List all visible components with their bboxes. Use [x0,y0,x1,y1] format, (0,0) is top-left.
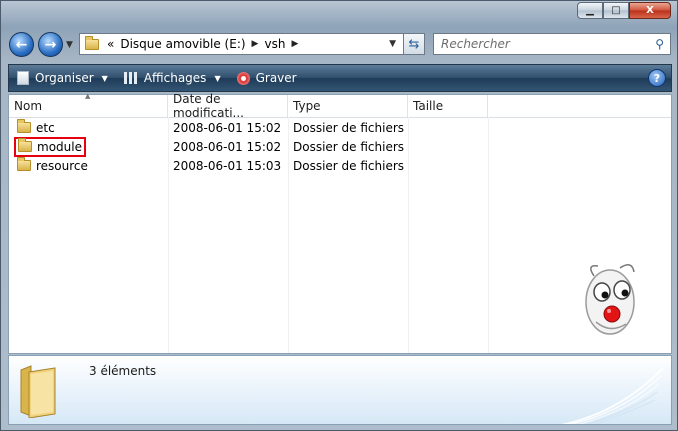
forward-button[interactable]: → [38,32,63,57]
views-button[interactable]: Affichages ▼ [116,65,229,91]
maximize-button[interactable]: □ [603,2,629,19]
table-row[interactable]: etc 2008-06-01 15:02 Dossier de fichiers [9,118,671,137]
name-cell[interactable]: etc [9,119,168,135]
views-icon [123,72,138,84]
type-cell: Dossier de fichiers [293,120,405,135]
name-cell[interactable]: module [9,136,168,157]
help-icon[interactable]: ? [648,69,666,87]
column-header-label: Nom [14,99,43,113]
item-count: 3 éléments [89,364,157,378]
folder-icon [85,35,99,50]
column-header-label: Type [293,99,321,113]
back-button[interactable]: ← [9,32,34,57]
column-header-type[interactable]: Type [288,95,408,117]
search-box: ⚲ [433,33,671,55]
breadcrumb-chevron-icon[interactable]: ▶ [291,39,298,49]
name-cell[interactable]: resource [9,157,168,173]
address-overflow[interactable]: « [107,37,114,51]
organize-label: Organiser [35,71,94,85]
details-pane: 3 éléments [8,355,672,425]
search-icon[interactable]: ⚲ [655,37,664,51]
date-cell: 2008-06-01 15:03 [173,158,282,173]
navigation-row: ← → ▼ « Disque amovible (E:) ▶ vsh ▶ ▼ ⇆… [9,31,671,59]
type-cell: Dossier de fichiers [293,158,405,173]
folder-icon [18,138,32,152]
file-name: resource [36,158,88,173]
date-cell: 2008-06-01 15:02 [173,139,282,154]
refresh-button[interactable]: ⇆ [403,33,425,55]
column-headers: ▲ Nom Date de modificati... Type Taille [9,92,671,120]
column-header-size[interactable]: Taille [408,95,488,117]
folder-icon [17,157,31,171]
clown-face-icon [585,264,635,335]
burn-disc-icon [236,71,250,85]
column-header-label: Taille [413,99,444,113]
command-toolbar: Organiser ▼ Affichages ▼ Graver ? [8,64,672,92]
sort-ascending-icon: ▲ [85,92,91,100]
address-dropdown-icon[interactable]: ▼ [383,39,402,49]
burn-label: Graver [255,71,297,85]
burn-button[interactable]: Graver [229,65,305,91]
chevron-down-icon: ▼ [214,73,221,83]
table-row[interactable]: resource 2008-06-01 15:03 Dossier de fic… [9,156,671,175]
column-header-label: Date de modificati... [173,92,244,120]
refresh-icon: ⇆ [408,36,420,52]
back-arrow-icon: ← [15,36,28,53]
organize-button[interactable]: Organiser ▼ [9,65,116,91]
date-cell: 2008-06-01 15:02 [173,120,282,135]
recent-pages-dropdown[interactable]: ▼ [66,40,73,50]
column-header-date[interactable]: Date de modificati... [168,92,288,120]
file-name: etc [36,120,55,135]
file-name: module [37,139,82,154]
forward-arrow-icon: → [44,36,57,53]
address-bar[interactable]: « Disque amovible (E:) ▶ vsh ▶ ▼ [79,33,425,55]
column-header-name[interactable]: ▲ Nom [9,92,168,117]
views-label: Affichages [143,71,207,85]
caption-buttons: ▁ □ X [577,2,671,19]
type-cell: Dossier de fichiers [293,139,405,154]
folder-large-icon [20,365,56,418]
breadcrumb-folder[interactable]: vsh [264,37,285,51]
close-button[interactable]: X [629,2,671,19]
minimize-button[interactable]: ▁ [577,2,603,19]
breadcrumb-drive[interactable]: Disque amovible (E:) [120,37,245,51]
breadcrumb-chevron-icon[interactable]: ▶ [252,39,259,49]
search-input[interactable] [439,36,648,52]
explorer-window: ▁ □ X ← → ▼ « Disque amovible (E:) ▶ vsh… [0,0,678,431]
highlight-box: module [14,136,86,157]
decorative-swoosh [561,367,664,424]
file-rows: etc 2008-06-01 15:02 Dossier de fichiers… [9,118,671,175]
organize-icon [17,71,29,85]
table-row[interactable]: module 2008-06-01 15:02 Dossier de fichi… [9,136,671,157]
folder-icon [17,119,31,133]
chevron-down-icon: ▼ [101,73,108,83]
file-list-pane: ▲ Nom Date de modificati... Type Taille … [8,92,672,354]
